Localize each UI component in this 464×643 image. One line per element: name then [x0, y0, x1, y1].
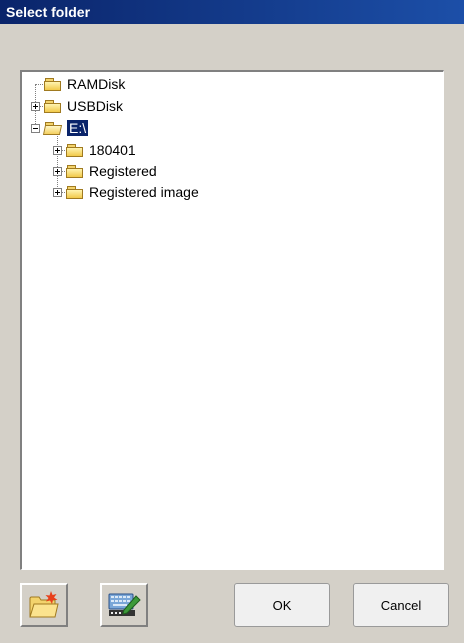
folder-icon	[66, 164, 84, 178]
expand-icon[interactable]	[53, 145, 62, 155]
open-folder-icon	[42, 121, 63, 135]
tree-node-label: Registered image	[89, 184, 199, 200]
tree-node-label: Registered	[89, 163, 157, 179]
tree-node-180401[interactable]: 180401	[53, 140, 136, 160]
expand-icon[interactable]	[53, 166, 62, 176]
tree-node-label: RAMDisk	[67, 76, 126, 92]
tree-node-label: USBDisk	[67, 98, 124, 114]
title-bar: Select folder	[0, 0, 464, 24]
ok-button[interactable]: OK	[234, 583, 330, 627]
tree-node-ramdisk[interactable]: RAMDisk	[31, 74, 125, 94]
folder-tree[interactable]: RAMDisk USBDisk E:\ 180401 Registered Re…	[20, 70, 444, 570]
tree-node-label: E:\	[67, 120, 89, 136]
tree-node-registered-image[interactable]: Registered image	[53, 182, 199, 202]
window-title: Select folder	[6, 4, 91, 20]
tree-node-usbdisk[interactable]: USBDisk	[31, 96, 123, 116]
collapse-icon[interactable]	[31, 123, 40, 133]
keyboard-edit-icon	[108, 593, 141, 616]
tree-node-registered[interactable]: Registered	[53, 161, 157, 181]
new-folder-button[interactable]	[20, 583, 68, 627]
keyboard-edit-button[interactable]	[100, 583, 148, 627]
expand-icon[interactable]	[53, 187, 62, 197]
expand-icon[interactable]	[31, 101, 40, 111]
folder-icon	[66, 185, 84, 199]
folder-icon	[44, 99, 62, 113]
tree-node-label: 180401	[89, 142, 136, 158]
tree-node-e-drive[interactable]: E:\	[31, 118, 89, 138]
folder-icon	[66, 143, 84, 157]
cancel-button[interactable]: Cancel	[353, 583, 449, 627]
new-folder-icon	[29, 591, 59, 618]
folder-icon	[44, 77, 62, 91]
